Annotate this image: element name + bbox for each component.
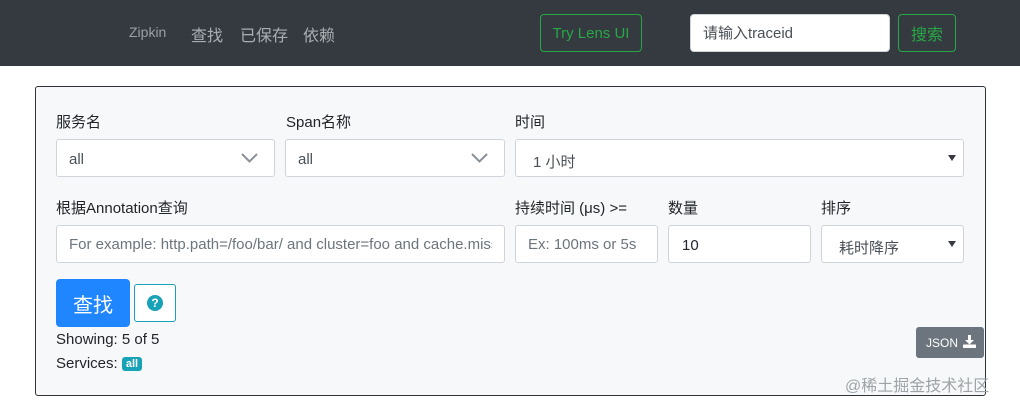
chevron-down-icon xyxy=(241,153,258,163)
help-button[interactable]: ? xyxy=(134,284,176,322)
annotation-query-input[interactable] xyxy=(56,225,505,263)
sort-value: 耗时降序 xyxy=(839,240,900,257)
caret-down-icon xyxy=(948,241,956,247)
nav-saved-link[interactable]: 已保存 xyxy=(240,22,288,46)
caret-down-icon xyxy=(948,155,956,161)
service-name-select[interactable]: all xyxy=(56,139,275,177)
nav-find-link[interactable]: 查找 xyxy=(191,22,223,46)
time-label: 时间 xyxy=(515,114,546,131)
brand-logo[interactable]: Zipkin xyxy=(129,24,166,40)
limit-input[interactable]: 10 xyxy=(668,225,811,263)
duration-input[interactable] xyxy=(515,225,658,263)
span-name-select[interactable]: all xyxy=(285,139,505,177)
find-traces-button[interactable]: 查找 xyxy=(56,279,130,327)
service-name-value: all xyxy=(69,151,85,168)
watermark-text: @稀土掘金技术社区 xyxy=(845,378,990,395)
traceid-search-button[interactable]: 搜索 xyxy=(898,14,956,52)
sort-label: 排序 xyxy=(821,200,852,217)
showing-count: Showing: 5 of 5 xyxy=(56,331,160,348)
annotation-query-label: 根据Annotation查询 xyxy=(56,200,188,217)
duration-label: 持续时间 (μs) >= xyxy=(515,200,627,217)
top-navbar: Zipkin 查找 已保存 依赖 Try Lens UI 搜索 xyxy=(0,0,1020,66)
traceid-input[interactable] xyxy=(690,14,890,52)
download-icon xyxy=(963,335,976,348)
try-lens-ui-button[interactable]: Try Lens UI xyxy=(540,14,642,52)
json-button-label: JSON xyxy=(926,336,959,350)
service-name-label: 服务名 xyxy=(56,114,102,131)
services-badge[interactable]: all xyxy=(121,357,143,371)
limit-label: 数量 xyxy=(668,200,699,217)
span-name-value: all xyxy=(298,151,314,168)
span-name-label: Span名称 xyxy=(286,114,352,131)
question-circle-icon: ? xyxy=(147,295,163,311)
json-download-button[interactable]: JSON xyxy=(916,327,984,358)
limit-value: 10 xyxy=(682,237,699,254)
services-label: Services: xyxy=(56,355,118,372)
chevron-down-icon xyxy=(471,153,488,163)
services-summary: Services: all xyxy=(56,355,143,372)
nav-dependencies-link[interactable]: 依赖 xyxy=(303,22,335,46)
sort-select[interactable]: 耗时降序 xyxy=(821,225,964,263)
time-range-value: 1 小时 xyxy=(533,154,576,171)
time-range-select[interactable]: 1 小时 xyxy=(515,139,964,177)
